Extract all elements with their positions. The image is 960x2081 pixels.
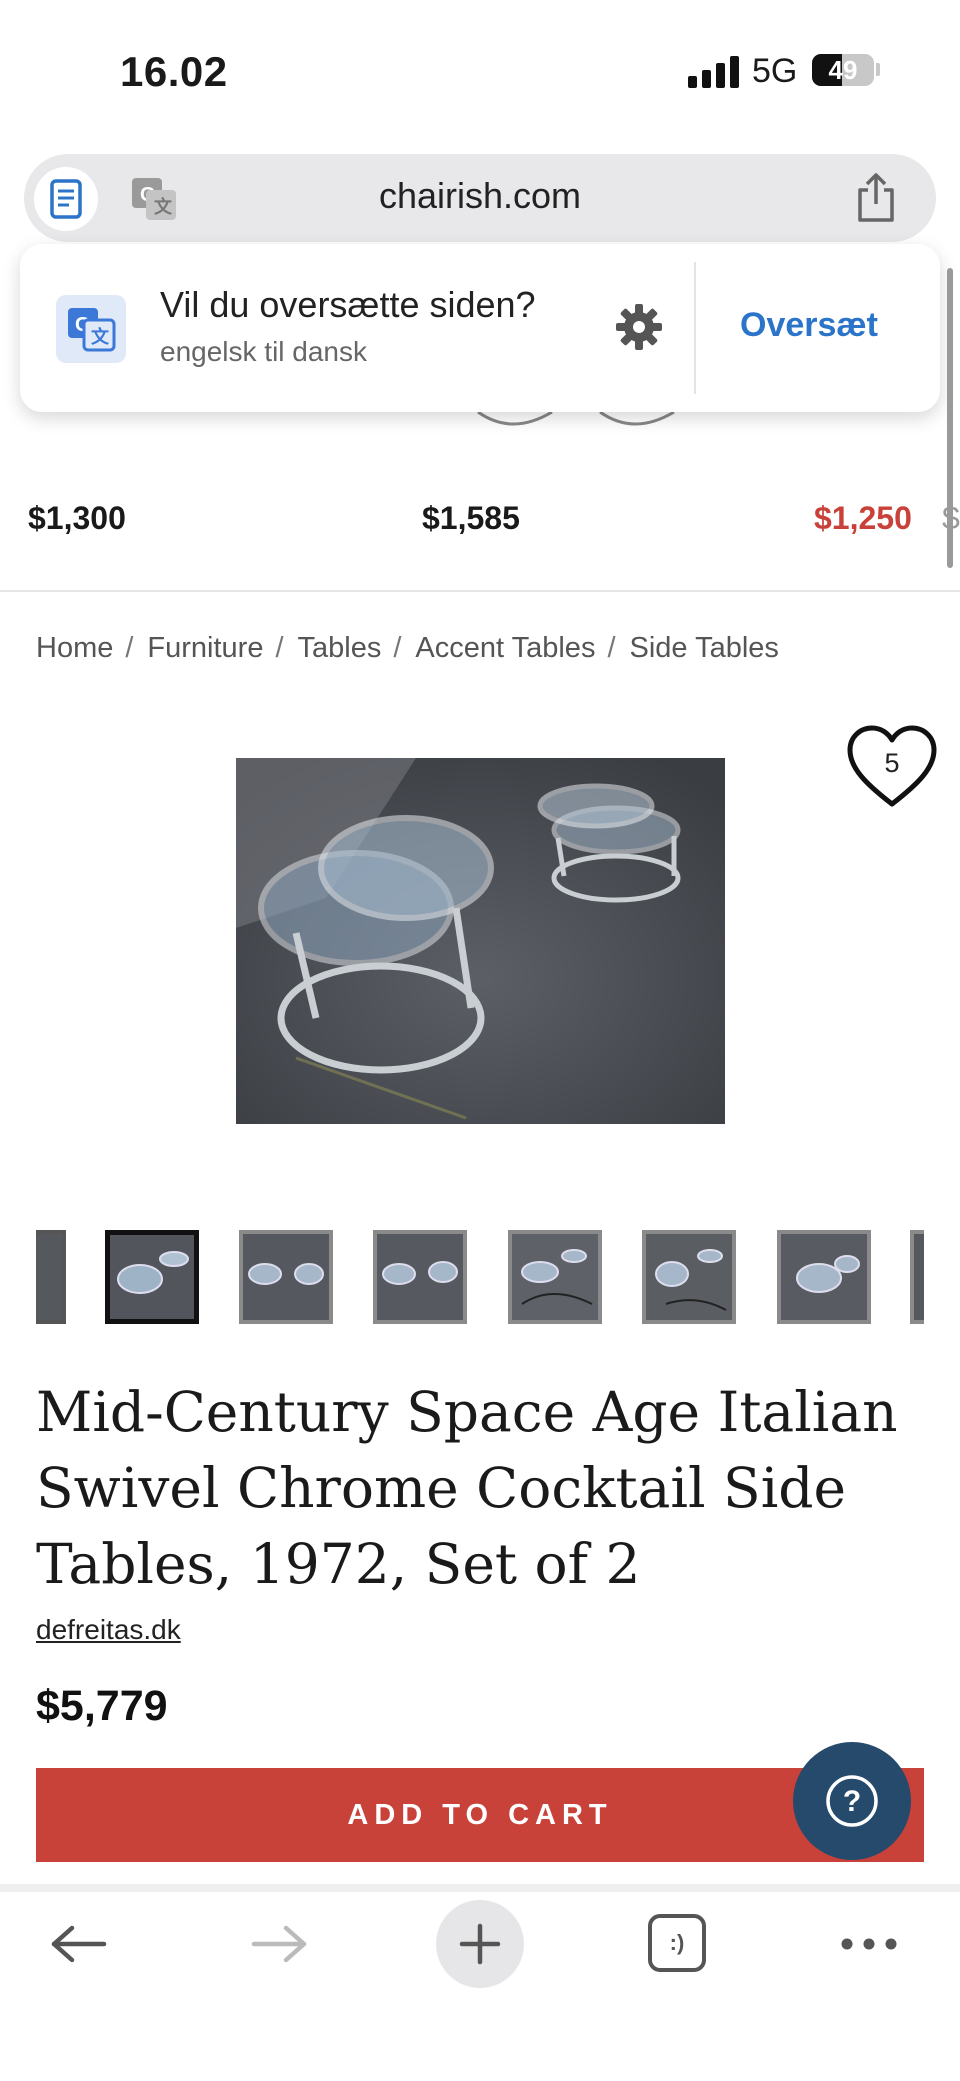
related-price-1[interactable]: $1,300	[28, 500, 126, 537]
divider	[0, 1884, 960, 1892]
plus-icon	[459, 1923, 501, 1965]
breadcrumb: Home / Furniture / Tables / Accent Tables / Side…	[36, 632, 779, 665]
seller-link[interactable]: defreitas.dk	[36, 1614, 181, 1646]
breadcrumb-furniture[interactable]: Furniture	[147, 632, 263, 664]
gear-icon[interactable]	[614, 302, 664, 352]
battery-nub	[876, 63, 880, 76]
thumbnail[interactable]	[239, 1230, 333, 1324]
svg-text:文: 文	[154, 196, 173, 217]
reader-mode-button[interactable]	[34, 167, 98, 231]
thumbnail-photo	[646, 1234, 732, 1320]
question-icon: ?	[826, 1775, 878, 1827]
breadcrumb-separator: /	[275, 632, 284, 664]
thumbnail-photo	[110, 1235, 194, 1319]
breadcrumb-side-tables[interactable]: Side Tables	[630, 632, 779, 664]
breadcrumb-separator: /	[607, 632, 616, 664]
scrollbar[interactable]	[947, 268, 953, 568]
related-item-image-edges	[477, 410, 675, 426]
tabs-button[interactable]: :)	[648, 1914, 706, 1972]
related-price-3-sale[interactable]: $1,250	[814, 500, 912, 537]
product-main-image[interactable]	[236, 758, 725, 1124]
thumbnail[interactable]	[642, 1230, 736, 1324]
svg-text:?: ?	[843, 1785, 861, 1818]
breadcrumb-accent-tables[interactable]: Accent Tables	[415, 632, 595, 664]
more-dots-icon	[841, 1938, 897, 1950]
breadcrumb-separator: /	[393, 632, 402, 664]
breadcrumb-tables[interactable]: Tables	[298, 632, 382, 664]
svg-text:文: 文	[91, 326, 110, 347]
arrow-left-icon	[51, 1925, 107, 1963]
thumbnail-photo	[512, 1234, 598, 1320]
translate-button[interactable]: Oversæt	[740, 306, 878, 345]
tab-count-label: :)	[669, 1930, 685, 1955]
breadcrumb-separator: /	[125, 632, 134, 664]
thumbnail[interactable]	[910, 1230, 924, 1324]
share-icon[interactable]	[852, 172, 900, 224]
forward-button[interactable]	[238, 1908, 322, 1980]
translate-icon[interactable]: G 文	[130, 176, 178, 222]
popup-divider	[694, 262, 696, 394]
new-tab-button[interactable]	[436, 1900, 524, 1988]
google-translate-icon: G 文	[56, 295, 126, 363]
divider	[0, 590, 960, 592]
battery-icon: 49	[812, 54, 874, 86]
thumbnail[interactable]	[373, 1230, 467, 1324]
arrow-right-icon	[251, 1925, 307, 1963]
product-price: $5,779	[36, 1682, 168, 1730]
url-text[interactable]: chairish.com	[260, 172, 700, 220]
translate-title: Vil du oversætte siden?	[160, 284, 536, 325]
breadcrumb-home[interactable]: Home	[36, 632, 113, 664]
battery-level: 49	[828, 55, 858, 85]
more-button[interactable]	[832, 1908, 906, 1980]
thumbnail-active[interactable]	[105, 1230, 199, 1324]
back-button[interactable]	[36, 1908, 120, 1980]
favorite-count: 5	[884, 748, 900, 778]
network-type: 5G	[752, 52, 798, 90]
thumbnail-photo	[243, 1234, 329, 1320]
translate-subtitle: engelsk til dansk	[160, 336, 368, 367]
related-price-2[interactable]: $1,585	[422, 500, 520, 537]
product-photo	[236, 758, 725, 1124]
thumbnail-photo	[781, 1234, 867, 1320]
thumbnail[interactable]	[508, 1230, 602, 1324]
thumbnail[interactable]	[777, 1230, 871, 1324]
translate-glyph: G 文	[68, 308, 116, 352]
help-button[interactable]: ?	[793, 1742, 911, 1860]
thumbnail[interactable]	[36, 1230, 66, 1324]
document-icon	[50, 179, 82, 219]
status-time: 16.02	[120, 48, 228, 95]
thumbnail-photo	[377, 1234, 463, 1320]
add-to-cart-button[interactable]: ADD TO CART	[36, 1768, 924, 1862]
product-title: Mid-Century Space Age Italian Swivel Chr…	[36, 1380, 898, 1596]
signal-icon	[688, 56, 739, 88]
